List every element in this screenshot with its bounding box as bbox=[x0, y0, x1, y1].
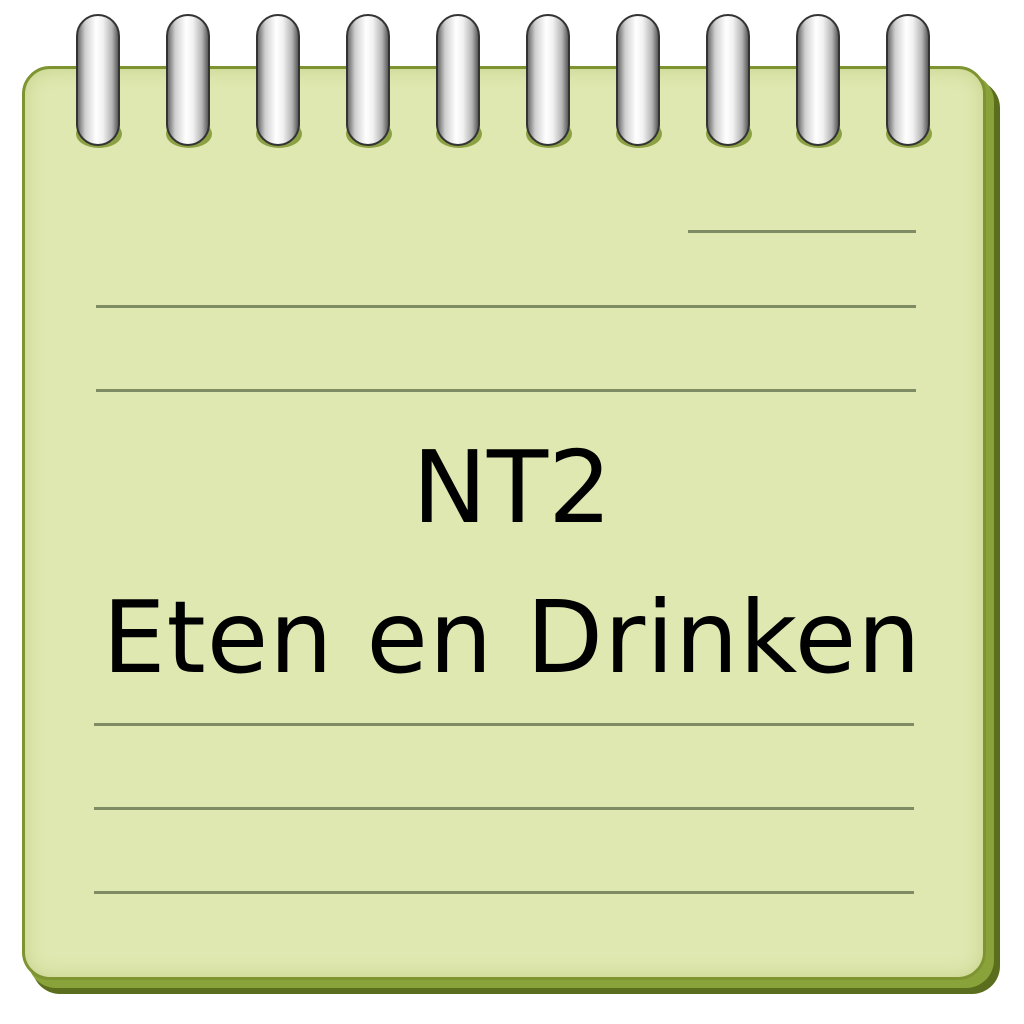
spiral-ring bbox=[886, 14, 930, 146]
spiral-ring bbox=[256, 14, 300, 146]
title-line-nt2: NT2 bbox=[412, 429, 612, 546]
ruled-line bbox=[94, 807, 914, 810]
notepad-icon: NT2 Eten en Drinken bbox=[0, 0, 1024, 1024]
spiral-ring bbox=[166, 14, 210, 146]
spiral-ring bbox=[76, 14, 120, 146]
spiral-ring bbox=[616, 14, 660, 146]
ruled-line bbox=[94, 723, 914, 726]
ruled-line bbox=[94, 891, 914, 894]
ruled-line bbox=[96, 305, 916, 308]
notepad-title: NT2 Eten en Drinken bbox=[40, 428, 984, 698]
spiral-ring bbox=[436, 14, 480, 146]
spiral-ring bbox=[796, 14, 840, 146]
spiral-ring bbox=[346, 14, 390, 146]
ruled-line bbox=[96, 389, 916, 392]
spiral-ring bbox=[706, 14, 750, 146]
spiral-ring bbox=[526, 14, 570, 146]
ruled-line bbox=[688, 230, 916, 233]
title-line-topic: Eten en Drinken bbox=[102, 579, 922, 696]
